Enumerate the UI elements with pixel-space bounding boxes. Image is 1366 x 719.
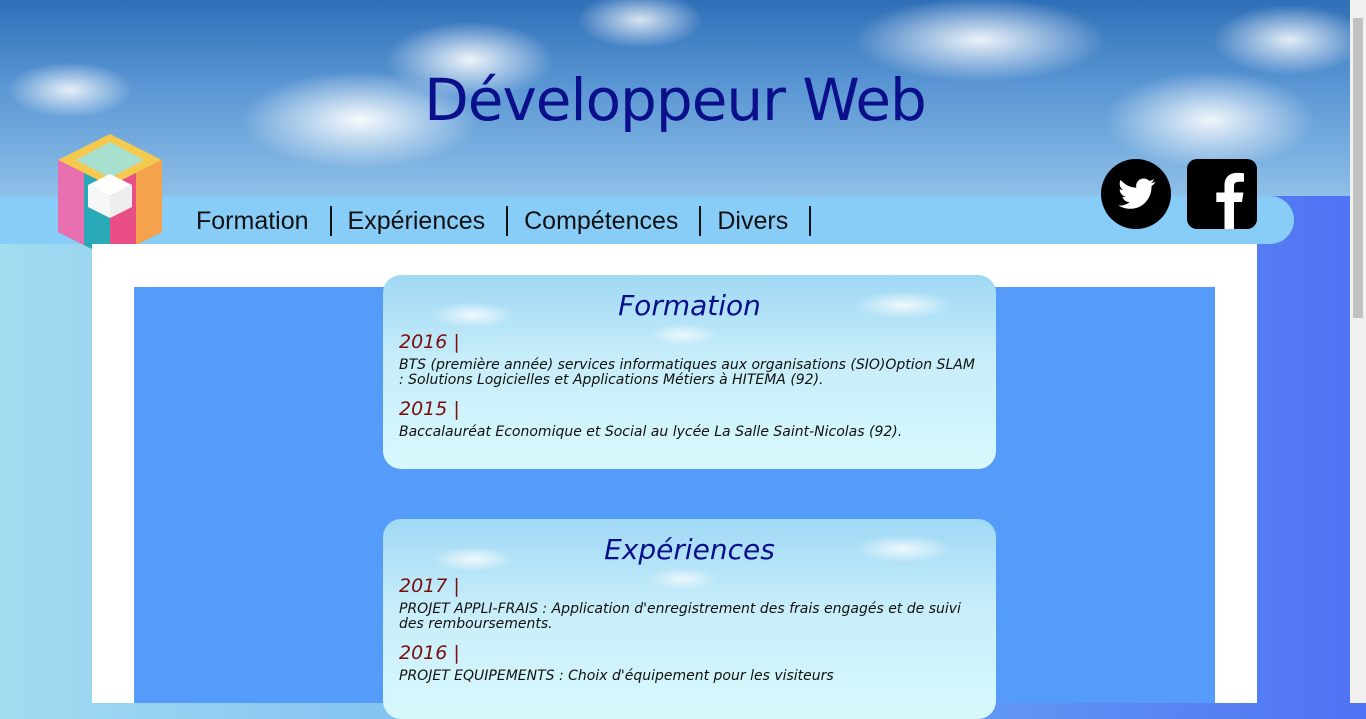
- entry-text: PROJET APPLI-FRAIS : Application d'enreg…: [399, 601, 961, 632]
- formation-section: Formation 2016 | BTS (première année) se…: [383, 275, 996, 469]
- vertical-scrollbar[interactable]: [1350, 0, 1366, 703]
- facebook-link[interactable]: [1187, 159, 1257, 229]
- entry-text: Baccalauréat Economique et Social au lyc…: [399, 424, 903, 440]
- entry-year: 2016 |: [399, 331, 460, 353]
- twitter-icon: [1101, 159, 1171, 229]
- entry-year: 2015 |: [399, 398, 460, 420]
- facebook-icon: [1187, 159, 1257, 229]
- scroll-thumb[interactable]: [1353, 18, 1363, 318]
- nav-item-experiences[interactable]: Expériences: [332, 206, 509, 236]
- section-title: Expériences: [604, 533, 775, 566]
- main-nav: Formation Expériences Compétences Divers: [180, 206, 812, 236]
- nav-item-formation[interactable]: Formation: [180, 206, 332, 236]
- twitter-link[interactable]: [1101, 159, 1171, 229]
- nav-item-divers[interactable]: Divers: [701, 206, 812, 236]
- site-logo: [58, 134, 162, 258]
- list-item: 2016 | PROJET EQUIPEMENTS : Choix d'équi…: [383, 642, 996, 684]
- scroll-up-button[interactable]: [1350, 0, 1366, 16]
- list-item: 2016 | BTS (première année) services inf…: [383, 331, 996, 388]
- nav-item-competences[interactable]: Compétences: [508, 206, 702, 236]
- entry-text: BTS (première année) services informatiq…: [399, 357, 975, 388]
- experiences-section: Expériences 2017 | PROJET APPLI-FRAIS : …: [383, 519, 996, 719]
- list-item: 2017 | PROJET APPLI-FRAIS : Application …: [383, 575, 996, 632]
- page-title: Développeur Web: [424, 66, 927, 134]
- section-title: Formation: [618, 289, 761, 322]
- entry-year: 2017 |: [399, 575, 460, 597]
- list-item: 2015 | Baccalauréat Economique et Social…: [383, 398, 996, 440]
- entry-text: PROJET EQUIPEMENTS : Choix d'équipement …: [399, 668, 834, 684]
- entry-year: 2016 |: [399, 642, 460, 664]
